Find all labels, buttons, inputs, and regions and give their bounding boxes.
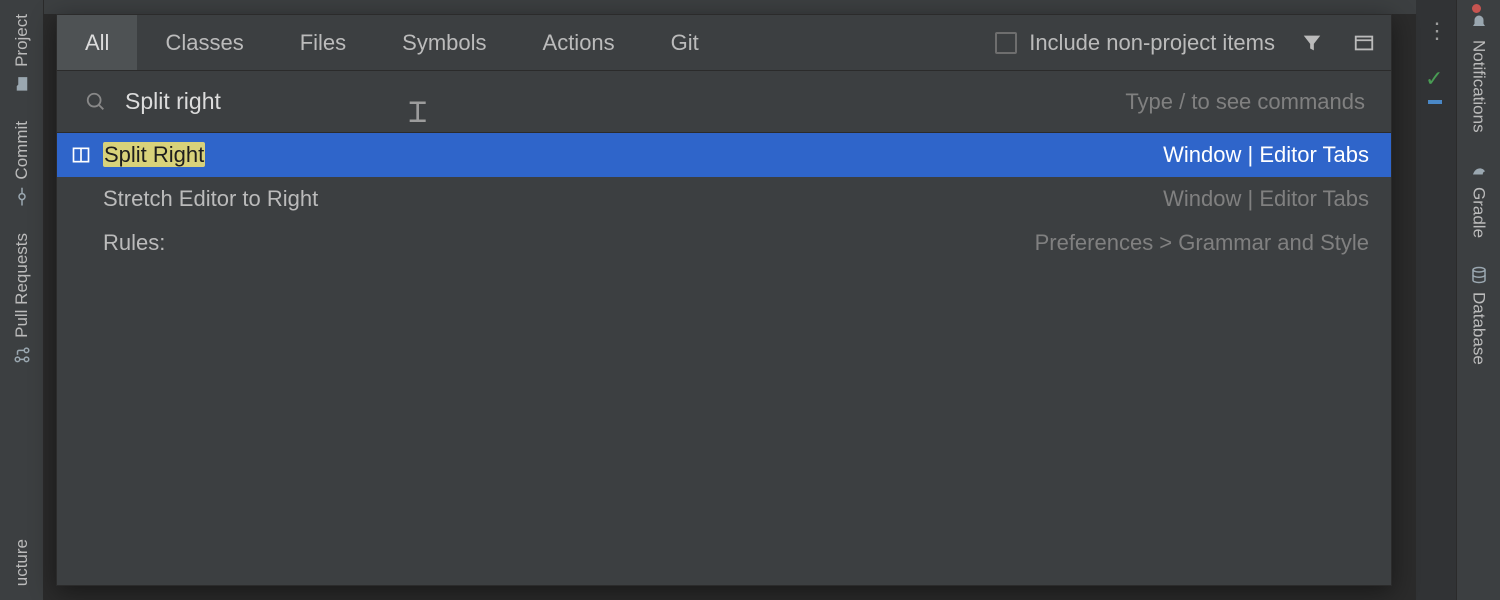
result-highlight: Split Right — [103, 142, 205, 167]
tab-actions[interactable]: Actions — [515, 15, 643, 70]
include-non-project-checkbox[interactable]: Include non-project items — [995, 30, 1275, 56]
result-path: Preferences > Grammar and Style — [1035, 230, 1369, 256]
window-icon — [1353, 32, 1375, 54]
left-toolwindow-strip: Project Commit Pull Requests ucture — [0, 0, 44, 600]
database-icon — [1470, 266, 1488, 284]
tab-symbols[interactable]: Symbols — [374, 15, 514, 70]
search-input[interactable] — [125, 71, 1125, 132]
toolwindow-label: Project — [12, 14, 32, 67]
pull-request-icon — [13, 346, 31, 364]
editor-error-stripe: ✓ — [1416, 0, 1456, 600]
search-hint: Type / to see commands — [1125, 89, 1387, 115]
result-row[interactable]: Stretch Editor to Right Window | Editor … — [57, 177, 1391, 221]
toolwindow-label: Pull Requests — [12, 233, 32, 338]
tab-git[interactable]: Git — [643, 15, 727, 70]
result-label: Split Right — [103, 142, 205, 168]
tab-classes[interactable]: Classes — [137, 15, 271, 70]
search-everywhere-popup: All Classes Files Symbols Actions Git In… — [56, 14, 1392, 586]
toolwindow-label: ucture — [12, 539, 32, 586]
search-icon — [85, 91, 107, 113]
result-path: Window | Editor Tabs — [1163, 186, 1369, 212]
notification-dot-icon — [1472, 4, 1481, 13]
filter-button[interactable] — [1297, 28, 1327, 58]
toolwindow-gradle[interactable]: Gradle — [1465, 147, 1493, 252]
toolwindow-label: Commit — [12, 121, 32, 180]
tab-all[interactable]: All — [57, 15, 137, 70]
result-label: Stretch Editor to Right — [103, 186, 318, 212]
toolwindow-commit[interactable]: Commit — [8, 107, 36, 220]
commit-icon — [13, 187, 31, 205]
folder-icon — [13, 75, 31, 93]
result-row[interactable]: Rules: Preferences > Grammar and Style — [57, 221, 1391, 265]
search-row: Type / to see commands — [57, 71, 1391, 133]
split-right-icon — [67, 145, 95, 165]
checkbox-label: Include non-project items — [1029, 30, 1275, 56]
tab-label: All — [85, 30, 109, 56]
result-path: Window | Editor Tabs — [1163, 142, 1369, 168]
gutter-marker[interactable] — [1428, 100, 1442, 104]
tab-label: Classes — [165, 30, 243, 56]
tab-label: Git — [671, 30, 699, 56]
search-popup-tabs: All Classes Files Symbols Actions Git In… — [57, 15, 1391, 71]
result-row[interactable]: Split Right Window | Editor Tabs — [57, 133, 1391, 177]
bell-icon — [1470, 14, 1488, 32]
toolwindow-pull-requests[interactable]: Pull Requests — [8, 219, 36, 378]
tab-files[interactable]: Files — [272, 15, 374, 70]
tab-label: Actions — [543, 30, 615, 56]
open-in-new-button[interactable] — [1349, 28, 1379, 58]
gradle-icon — [1470, 161, 1488, 179]
tab-label: Symbols — [402, 30, 486, 56]
toolwindow-label: Database — [1469, 292, 1489, 365]
check-icon: ✓ — [1425, 66, 1443, 92]
tab-label: Files — [300, 30, 346, 56]
toolwindow-label: Gradle — [1469, 187, 1489, 238]
toolwindow-notifications[interactable]: Notifications — [1465, 0, 1493, 147]
toolwindow-project[interactable]: Project — [8, 0, 36, 107]
toolwindow-database[interactable]: Database — [1465, 252, 1493, 379]
editor-tab-bar — [44, 0, 1416, 14]
result-label: Rules: — [103, 230, 165, 256]
toolwindow-structure[interactable]: ucture — [8, 525, 36, 600]
funnel-icon — [1301, 32, 1323, 54]
right-toolwindow-strip: Notifications Gradle Database — [1456, 0, 1500, 600]
checkbox-icon — [995, 32, 1017, 54]
kebab-menu-icon[interactable]: ⋮ — [1426, 18, 1448, 44]
search-results-list: Split Right Window | Editor Tabs Stretch… — [57, 133, 1391, 585]
toolwindow-label: Notifications — [1469, 40, 1489, 133]
